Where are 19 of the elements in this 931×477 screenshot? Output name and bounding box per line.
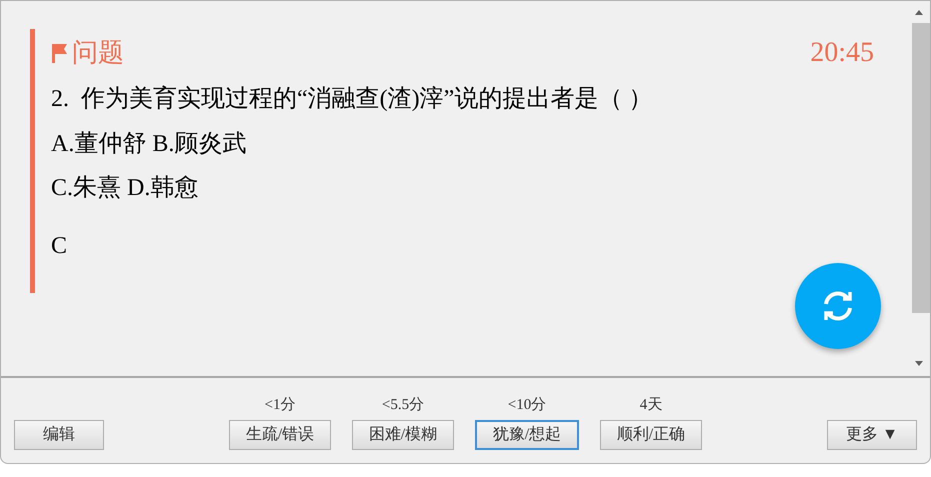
grade-button[interactable]: 生疏/错误 xyxy=(229,420,331,450)
refresh-button[interactable] xyxy=(795,263,881,349)
grade-button[interactable]: 犹豫/想起 xyxy=(475,420,579,450)
interval-label: <5.5分 xyxy=(382,396,424,414)
interval-label: <10分 xyxy=(508,396,546,414)
refresh-icon xyxy=(821,291,855,321)
interval-label: 4天 xyxy=(640,396,662,414)
answer-text: C xyxy=(51,232,68,261)
question-text: 2. 作为美育实现过程的“消融查(渣)滓”说的提出者是（ ） xyxy=(51,84,654,114)
grade-button[interactable]: 顺利/正确 xyxy=(600,420,702,450)
card-title: 问题 xyxy=(72,40,124,66)
answer-options: A.董仲舒 B.顾炎武 xyxy=(51,129,874,159)
interval-label: <1分 xyxy=(264,396,296,414)
timer: 20:45 xyxy=(810,39,874,67)
edit-button[interactable]: 编辑 xyxy=(14,420,104,450)
more-button[interactable]: 更多 ▼ xyxy=(827,420,917,450)
flag-icon xyxy=(51,43,69,63)
grade-button[interactable]: 困难/模糊 xyxy=(352,420,454,450)
answer-options: C.朱熹 D.韩愈 xyxy=(51,173,874,203)
